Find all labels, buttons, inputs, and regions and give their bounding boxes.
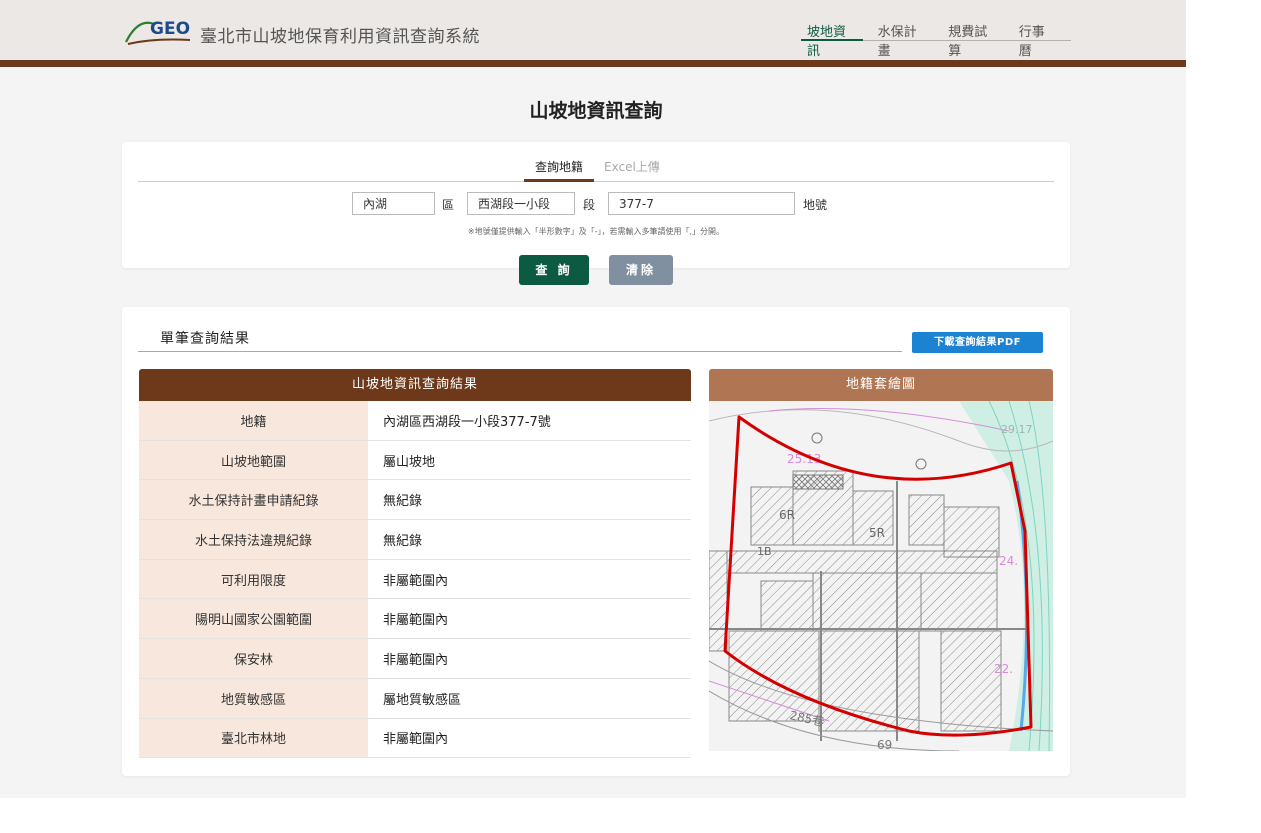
- query-card: 查詢地籍 Excel上傳 區 段 地號 ※地號僅提供輸入「半形數字」及「-」，若…: [122, 142, 1070, 268]
- result-table: 地籍 內湖區西湖段一小段377-7號 山坡地範圍 屬山坡地 水土保持計畫申請紀錄…: [139, 401, 691, 759]
- nav-soil-plan[interactable]: 水保計畫: [872, 18, 934, 59]
- map-title: 地籍套繪圖: [709, 369, 1053, 401]
- svg-text:29.17: 29.17: [1001, 423, 1033, 436]
- site-title: 臺北市山坡地保育利用資訊查詢系統: [200, 27, 480, 47]
- table-row: 地質敏感區 屬地質敏感區: [139, 678, 691, 719]
- cadastral-map-drawing: 25.13 24. 22. 29.17 6R 5R 1B 285巷 69: [709, 401, 1053, 751]
- row-key: 山坡地範圍: [139, 440, 368, 480]
- result-heading: 單筆查詢結果: [138, 328, 902, 352]
- nav-fee-calc[interactable]: 規費試算: [942, 18, 1004, 59]
- district-input[interactable]: [352, 192, 435, 215]
- search-button[interactable]: 查 詢: [519, 255, 589, 285]
- download-pdf-button[interactable]: 下載查詢結果PDF: [912, 332, 1043, 353]
- table-row: 臺北市林地 非屬範圍內: [139, 718, 691, 759]
- table-row: 陽明山國家公園範圍 非屬範圍內: [139, 599, 691, 640]
- row-key: 陽明山國家公園範圍: [139, 599, 368, 639]
- svg-text:1B: 1B: [757, 545, 772, 558]
- row-value: 非屬範圍內: [368, 559, 691, 599]
- row-key: 保安林: [139, 639, 368, 678]
- row-value: 內湖區西湖段一小段377-7號: [368, 401, 691, 440]
- clear-button[interactable]: 清除: [609, 255, 673, 285]
- table-row: 水土保持法違規紀錄 無紀錄: [139, 520, 691, 560]
- row-value: 屬地質敏感區: [368, 678, 691, 718]
- row-key: 水土保持計畫申請紀錄: [139, 480, 368, 520]
- row-value: 非屬範圍內: [368, 599, 691, 639]
- site-header: GEO 臺北市山坡地保育利用資訊查詢系統 坡地資訊 水保計畫 規費試算 行事曆: [0, 0, 1186, 60]
- district-label: 區: [442, 198, 455, 212]
- svg-text:22.: 22.: [994, 662, 1013, 676]
- table-row: 保安林 非屬範圍內: [139, 639, 691, 679]
- table-row: 水土保持計畫申請紀錄 無紀錄: [139, 480, 691, 521]
- table-row: 地籍 內湖區西湖段一小段377-7號: [139, 401, 691, 441]
- svg-text:5R: 5R: [869, 526, 885, 540]
- svg-text:69: 69: [877, 738, 892, 751]
- tab-land-query[interactable]: 查詢地籍: [524, 158, 594, 182]
- section-label: 段: [583, 198, 596, 212]
- section-input[interactable]: [467, 192, 575, 215]
- lot-number-label: 地號: [803, 198, 828, 212]
- svg-text:24.: 24.: [999, 554, 1018, 568]
- nav-slope-info[interactable]: 坡地資訊: [801, 18, 863, 59]
- nav-calendar[interactable]: 行事曆: [1013, 18, 1062, 59]
- page-title: 山坡地資訊查詢: [529, 100, 663, 122]
- tab-excel-upload[interactable]: Excel上傳: [604, 158, 660, 182]
- svg-text:6R: 6R: [779, 508, 795, 522]
- header-divider-bar: [0, 60, 1186, 67]
- row-key: 可利用限度: [139, 559, 368, 599]
- row-value: 無紀錄: [368, 480, 691, 520]
- row-key: 地質敏感區: [139, 678, 368, 718]
- table-row: 可利用限度 非屬範圍內: [139, 559, 691, 600]
- table-row: 山坡地範圍 屬山坡地: [139, 440, 691, 481]
- row-value: 無紀錄: [368, 520, 691, 559]
- row-value: 非屬範圍內: [368, 718, 691, 758]
- row-key: 臺北市林地: [139, 718, 368, 758]
- query-tabs: 查詢地籍 Excel上傳: [138, 154, 1054, 182]
- lot-input-hint: ※地號僅提供輸入「半形數字」及「-」，若需輸入多筆請使用「,」分開。: [467, 227, 725, 236]
- main-nav: 坡地資訊 水保計畫 規費試算 行事曆: [801, 18, 1071, 59]
- result-card: 單筆查詢結果 下載查詢結果PDF 山坡地資訊查詢結果 地籍 內湖區西湖段一小段3…: [122, 307, 1070, 776]
- row-value: 屬山坡地: [368, 440, 691, 480]
- cadastral-map[interactable]: 25.13 24. 22. 29.17 6R 5R 1B 285巷 69: [709, 401, 1053, 751]
- row-key: 地籍: [139, 401, 368, 440]
- row-key: 水土保持法違規紀錄: [139, 520, 368, 559]
- lot-number-input[interactable]: [608, 192, 795, 215]
- svg-text:GEO: GEO: [150, 19, 190, 39]
- result-table-title: 山坡地資訊查詢結果: [139, 369, 691, 401]
- geo-logo[interactable]: GEO: [124, 12, 196, 46]
- row-value: 非屬範圍內: [368, 639, 691, 678]
